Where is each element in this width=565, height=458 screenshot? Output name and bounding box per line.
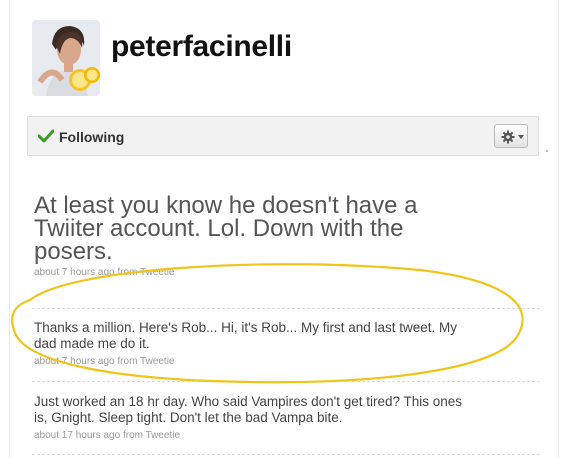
tweet-timestamp-link[interactable]: about 7 hours ago — [34, 267, 115, 278]
tweet-from-label: from — [117, 267, 138, 278]
tweet-meta: about 7 hours ago from Tweetie — [34, 356, 534, 367]
chevron-down-icon — [518, 135, 524, 139]
tweet-from-label: from — [117, 356, 138, 367]
tweet-item: At least you know he doesn't have a Twii… — [34, 192, 534, 279]
tweet-meta: about 17 hours ago from Tweetie — [34, 430, 534, 441]
avatar[interactable] — [32, 20, 100, 96]
page-right-border — [558, 0, 559, 458]
profile-photo-icon — [32, 20, 100, 96]
tweet-item: Thanks a million. Here's Rob... Hi, it's… — [34, 320, 534, 367]
tweet-item: Just worked an 18 hr day. Who said Vampi… — [34, 394, 534, 441]
tweet-source-link[interactable]: Tweetie — [140, 356, 174, 367]
tweet-divider — [32, 308, 540, 309]
check-icon — [38, 129, 54, 143]
tweet-text: Just worked an 18 hr day. Who said Vampi… — [34, 394, 463, 425]
tweet-text: At least you know he doesn't have a Twii… — [34, 192, 418, 265]
tweet-divider — [32, 454, 540, 455]
tweet-divider — [32, 381, 540, 382]
page-left-border — [9, 0, 10, 458]
tweet-timestamp-link[interactable]: about 17 hours ago — [34, 430, 120, 441]
profile-username[interactable]: peterfacinelli — [111, 30, 292, 64]
actions-menu-button[interactable] — [494, 124, 528, 148]
tweet-source-link[interactable]: Tweetie — [140, 267, 174, 278]
tweet-meta: about 7 hours ago from Tweetie — [34, 267, 534, 278]
tweet-source-link[interactable]: Tweetie — [146, 430, 180, 441]
tweet-from-label: from — [122, 430, 143, 441]
tweet-text: Thanks a million. Here's Rob... Hi, it's… — [34, 320, 458, 351]
gear-icon — [501, 130, 515, 144]
decorative-dot — [546, 150, 548, 152]
follow-status-bar: Following — [27, 116, 539, 156]
tweet-timestamp-link[interactable]: about 7 hours ago — [34, 356, 115, 367]
following-label[interactable]: Following — [59, 129, 124, 145]
